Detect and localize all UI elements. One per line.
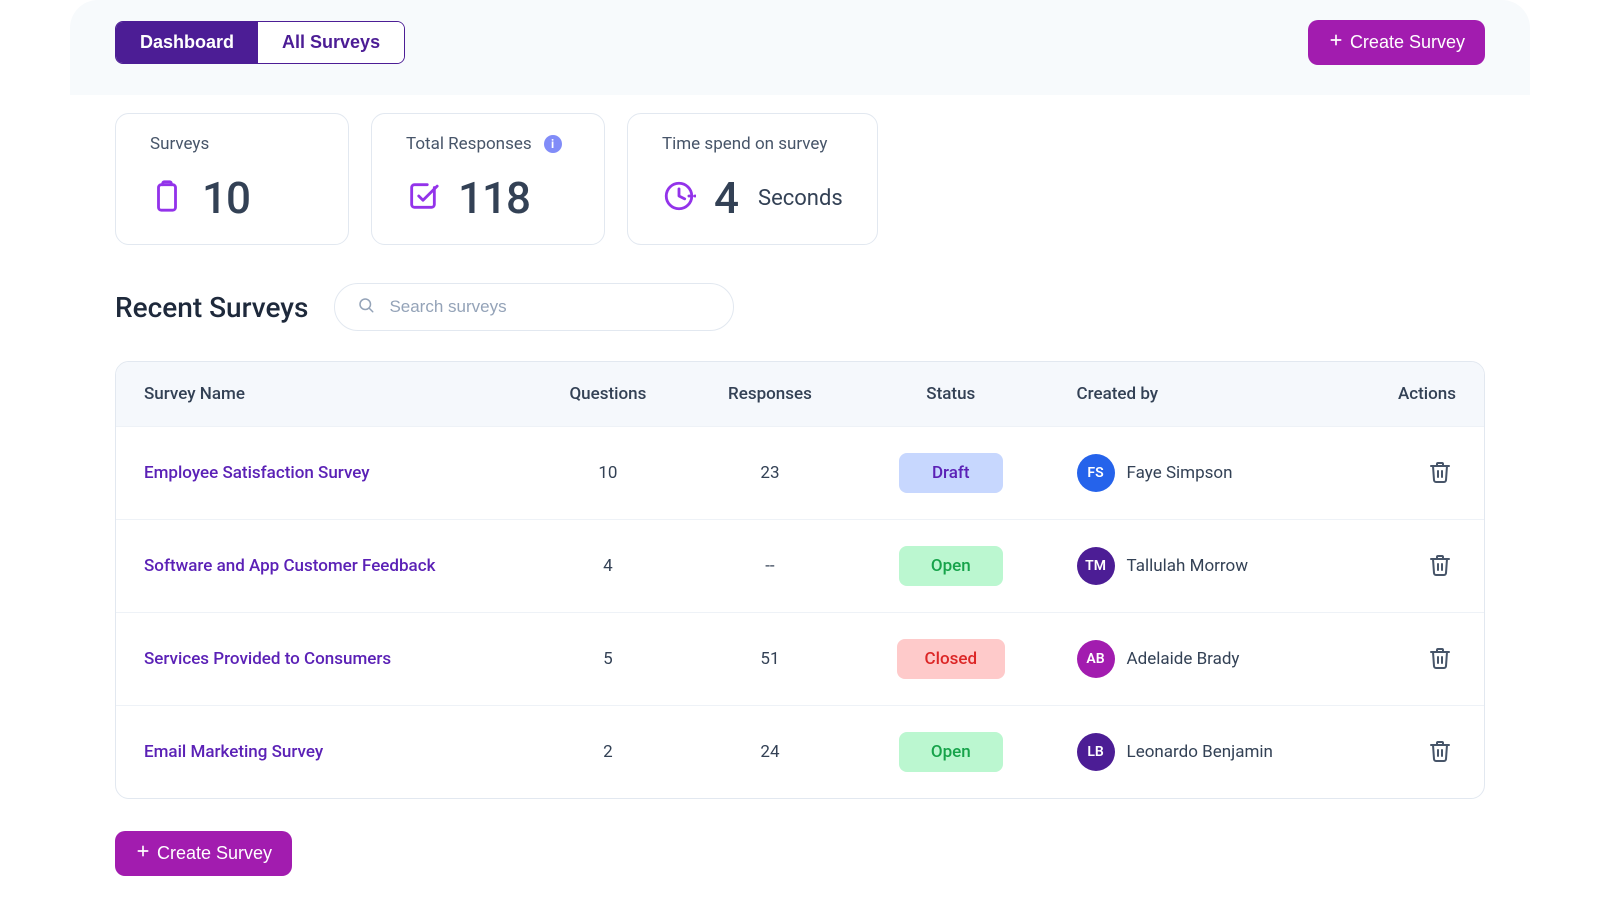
search-input[interactable] bbox=[387, 296, 711, 318]
creator-name: Faye Simpson bbox=[1127, 463, 1233, 483]
delete-button[interactable] bbox=[1424, 734, 1456, 771]
col-status: Status bbox=[853, 362, 1049, 427]
tab-dashboard[interactable]: Dashboard bbox=[116, 22, 258, 63]
stat-surveys-value: 10 bbox=[202, 172, 250, 224]
delete-button[interactable] bbox=[1424, 455, 1456, 492]
delete-button[interactable] bbox=[1424, 548, 1456, 585]
survey-name-link[interactable]: Services Provided to Consumers bbox=[144, 649, 391, 669]
info-icon[interactable]: i bbox=[544, 135, 562, 153]
stat-responses: Total Responses i 118 bbox=[371, 113, 605, 245]
status-badge: Open bbox=[899, 546, 1003, 586]
col-questions: Questions bbox=[529, 362, 687, 427]
status-badge: Draft bbox=[899, 453, 1003, 493]
stat-responses-value: 118 bbox=[458, 172, 530, 224]
create-survey-label: Create Survey bbox=[157, 843, 272, 864]
create-survey-button[interactable]: Create Survey bbox=[1308, 20, 1485, 65]
status-badge: Closed bbox=[897, 639, 1006, 679]
avatar: TM bbox=[1077, 547, 1115, 585]
cell-responses: -- bbox=[687, 520, 853, 613]
avatar: FS bbox=[1077, 454, 1115, 492]
cell-responses: 24 bbox=[687, 706, 853, 799]
cell-questions: 2 bbox=[529, 706, 687, 799]
creator-name: Tallulah Morrow bbox=[1127, 556, 1248, 576]
table-row: Email Marketing Survey 224 Open LB Leonardo … bbox=[116, 706, 1484, 799]
delete-button[interactable] bbox=[1424, 641, 1456, 678]
col-responses: Responses bbox=[687, 362, 853, 427]
tab-all-surveys[interactable]: All Surveys bbox=[258, 22, 404, 63]
stat-time-unit: Seconds bbox=[758, 186, 843, 211]
checkbox-icon bbox=[406, 179, 440, 217]
stat-surveys: Surveys 10 bbox=[115, 113, 349, 245]
creator: FS Faye Simpson bbox=[1077, 454, 1321, 492]
survey-name-link[interactable]: Software and App Customer Feedback bbox=[144, 556, 435, 576]
section-title-recent-surveys: Recent Surveys bbox=[115, 291, 308, 324]
search-icon bbox=[357, 296, 375, 318]
stat-time-value: 4 bbox=[714, 172, 738, 224]
trash-icon bbox=[1428, 473, 1452, 488]
trash-icon bbox=[1428, 659, 1452, 674]
col-survey-name: Survey Name bbox=[116, 362, 529, 427]
table-row: Services Provided to Consumers 551 Closed A… bbox=[116, 613, 1484, 706]
cell-questions: 10 bbox=[529, 427, 687, 520]
table-row: Software and App Customer Feedback 4-- Ope… bbox=[116, 520, 1484, 613]
stat-time: Time spend on survey 4 Seconds bbox=[627, 113, 878, 245]
creator: AB Adelaide Brady bbox=[1077, 640, 1321, 678]
avatar: LB bbox=[1077, 733, 1115, 771]
creator: TM Tallulah Morrow bbox=[1077, 547, 1321, 585]
clock-icon bbox=[662, 179, 696, 217]
cell-questions: 5 bbox=[529, 613, 687, 706]
cell-responses: 23 bbox=[687, 427, 853, 520]
plus-icon bbox=[1328, 32, 1344, 53]
trash-icon bbox=[1428, 752, 1452, 767]
trash-icon bbox=[1428, 566, 1452, 581]
search-surveys[interactable] bbox=[334, 283, 734, 331]
survey-name-link[interactable]: Email Marketing Survey bbox=[144, 742, 323, 762]
plus-icon bbox=[135, 843, 151, 864]
avatar: AB bbox=[1077, 640, 1115, 678]
clipboard-icon bbox=[150, 179, 184, 217]
cell-responses: 51 bbox=[687, 613, 853, 706]
stat-responses-label: Total Responses bbox=[406, 134, 532, 154]
stats-row: Surveys 10 Total Responses i 118 Time sp bbox=[70, 95, 1530, 245]
table-row: Employee Satisfaction Survey1023DraftFSF… bbox=[116, 427, 1484, 520]
top-bar: Dashboard All Surveys Create Survey bbox=[70, 0, 1530, 95]
status-badge: Open bbox=[899, 732, 1003, 772]
recent-surveys-table: Survey Name Questions Responses Status C… bbox=[115, 361, 1485, 799]
survey-name-link[interactable]: Employee Satisfaction Survey bbox=[144, 463, 370, 483]
creator-name: Adelaide Brady bbox=[1127, 649, 1240, 669]
col-created-by: Created by bbox=[1049, 362, 1349, 427]
cell-questions: 4 bbox=[529, 520, 687, 613]
create-survey-button-bottom[interactable]: Create Survey bbox=[115, 831, 292, 876]
col-actions: Actions bbox=[1348, 362, 1484, 427]
view-tabs: Dashboard All Surveys bbox=[115, 21, 405, 64]
stat-time-label: Time spend on survey bbox=[662, 134, 843, 154]
stat-surveys-label: Surveys bbox=[150, 134, 314, 154]
create-survey-label: Create Survey bbox=[1350, 32, 1465, 53]
creator: LB Leonardo Benjamin bbox=[1077, 733, 1321, 771]
creator-name: Leonardo Benjamin bbox=[1127, 742, 1273, 762]
